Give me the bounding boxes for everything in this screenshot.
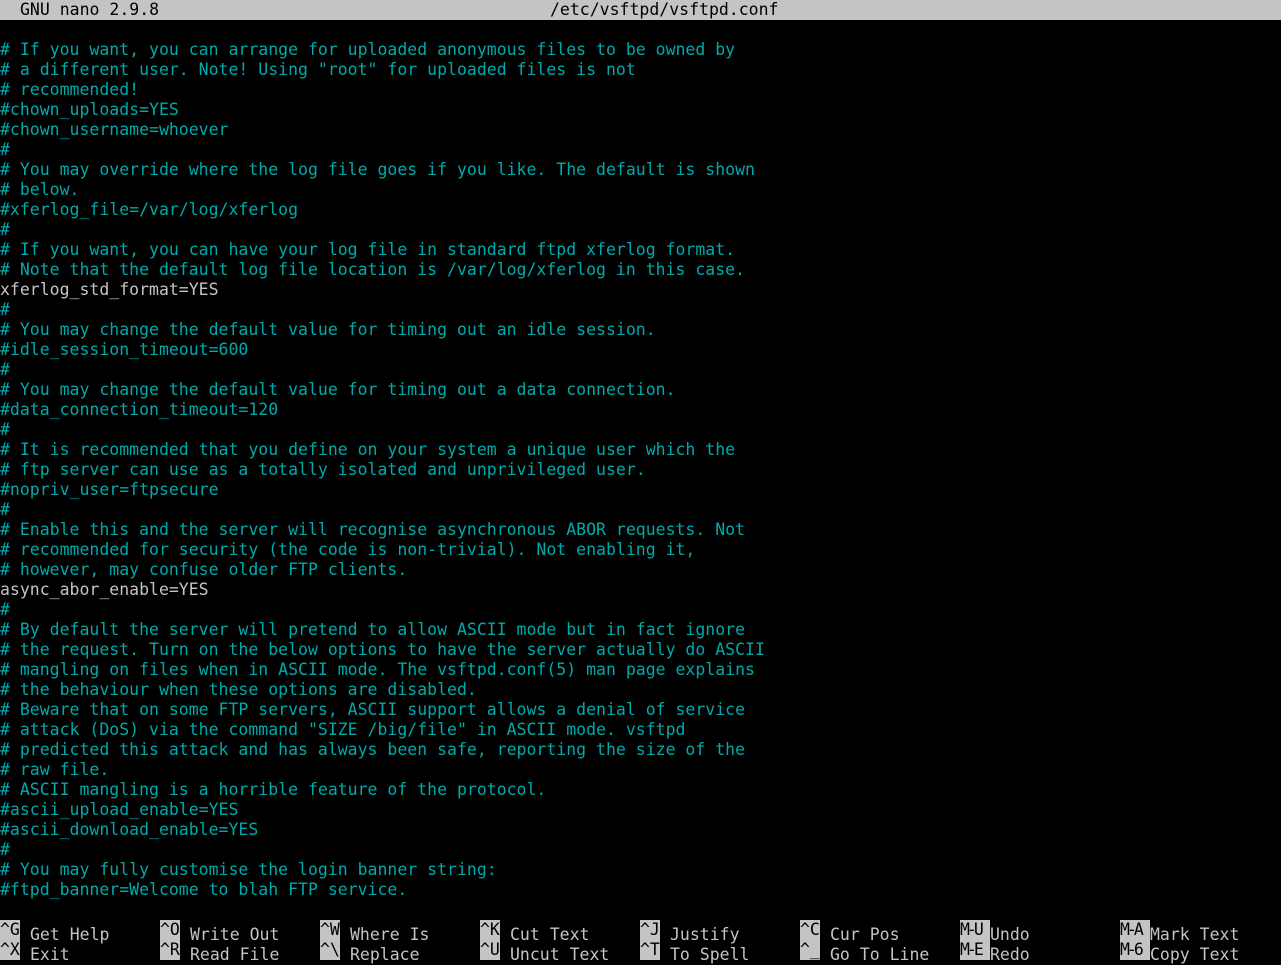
editor-line[interactable]: # If you want, you can have your log fil… <box>0 240 1281 260</box>
shortcut-key: M-E <box>960 940 990 960</box>
shortcut-key: ^K <box>480 920 500 940</box>
editor-line[interactable]: # the request. Turn on the below options… <box>0 640 1281 660</box>
shortcut-copy-text[interactable]: M-6 Copy Text <box>1120 940 1239 964</box>
shortcut-cur-pos[interactable]: ^C Cur Pos <box>800 920 900 944</box>
shortcut-label: Replace <box>350 945 420 964</box>
editor-line[interactable]: #ftpd_banner=Welcome to blah FTP service… <box>0 880 1281 900</box>
editor-line[interactable]: #nopriv_user=ftpsecure <box>0 480 1281 500</box>
editor-line[interactable]: #data_connection_timeout=120 <box>0 400 1281 420</box>
editor-line[interactable]: # mangling on files when in ASCII mode. … <box>0 660 1281 680</box>
editor-line[interactable]: xferlog_std_format=YES <box>0 280 1281 300</box>
editor-line[interactable]: # If you want, you can arrange for uploa… <box>0 40 1281 60</box>
title-bar: GNU nano 2.9.8 /etc/vsftpd/vsftpd.conf <box>0 0 1281 20</box>
editor-line[interactable]: # You may change the default value for t… <box>0 320 1281 340</box>
shortcut-key: ^T <box>640 940 660 960</box>
shortcut-uncut-text[interactable]: ^U Uncut Text <box>480 940 609 964</box>
editor-line[interactable]: # You may fully customise the login bann… <box>0 860 1281 880</box>
shortcut-label: To Spell <box>670 945 750 964</box>
shortcut-replace[interactable]: ^\ Replace <box>320 940 420 964</box>
editor-line[interactable]: # below. <box>0 180 1281 200</box>
shortcut-to-spell[interactable]: ^T To Spell <box>640 940 749 964</box>
editor-line[interactable]: # recommended for security (the code is … <box>0 540 1281 560</box>
file-name: /etc/vsftpd/vsftpd.conf <box>550 0 779 19</box>
editor-line[interactable]: # attack (DoS) via the command "SIZE /bi… <box>0 720 1281 740</box>
editor-line[interactable]: # Note that the default log file locatio… <box>0 260 1281 280</box>
editor-line[interactable]: # however, may confuse older FTP clients… <box>0 560 1281 580</box>
shortcut-key: M-6 <box>1120 940 1150 960</box>
editor-line[interactable]: # You may override where the log file go… <box>0 160 1281 180</box>
editor-line[interactable]: # <box>0 420 1281 440</box>
editor-line[interactable]: # <box>0 220 1281 240</box>
shortcut-undo[interactable]: M-U Undo <box>960 920 1030 944</box>
editor-line[interactable]: # <box>0 500 1281 520</box>
shortcut-key: M-A <box>1120 920 1150 940</box>
shortcut-label: Uncut Text <box>510 945 610 964</box>
editor-line[interactable]: # It is recommended that you define on y… <box>0 440 1281 460</box>
shortcut-key: ^O <box>160 920 180 940</box>
shortcut-redo[interactable]: M-E Redo <box>960 940 1030 964</box>
shortcut-write-out[interactable]: ^O Write Out <box>160 920 279 944</box>
shortcut-get-help[interactable]: ^G Get Help <box>0 920 109 944</box>
editor-line[interactable]: # Beware that on some FTP servers, ASCII… <box>0 700 1281 720</box>
editor-line[interactable]: # <box>0 300 1281 320</box>
shortcut-key: ^_ <box>800 940 820 960</box>
editor-line[interactable]: # predicted this attack and has always b… <box>0 740 1281 760</box>
shortcut-key: M-U <box>960 920 990 940</box>
shortcut-label: Read File <box>190 945 280 964</box>
editor-line[interactable]: #ascii_download_enable=YES <box>0 820 1281 840</box>
editor-line[interactable]: # recommended! <box>0 80 1281 100</box>
editor-line[interactable]: # <box>0 360 1281 380</box>
shortcut-key: ^J <box>640 920 660 940</box>
shortcut-justify[interactable]: ^J Justify <box>640 920 740 944</box>
shortcut-go-to-line[interactable]: ^_ Go To Line <box>800 940 929 964</box>
shortcut-label: Redo <box>990 945 1030 964</box>
editor-version: GNU nano 2.9.8 <box>20 0 160 19</box>
editor-line[interactable]: #ascii_upload_enable=YES <box>0 800 1281 820</box>
editor-line[interactable]: # the behaviour when these options are d… <box>0 680 1281 700</box>
editor-line[interactable]: # <box>0 840 1281 860</box>
editor-line[interactable]: # <box>0 140 1281 160</box>
shortcut-key: ^C <box>800 920 820 940</box>
editor-line[interactable]: # ftp server can use as a totally isolat… <box>0 460 1281 480</box>
editor-line[interactable]: # You may change the default value for t… <box>0 380 1281 400</box>
editor-line[interactable]: # Enable this and the server will recogn… <box>0 520 1281 540</box>
shortcut-label: Copy Text <box>1150 945 1240 964</box>
shortcut-read-file[interactable]: ^R Read File <box>160 940 279 964</box>
shortcut-where-is[interactable]: ^W Where Is <box>320 920 429 944</box>
editor-line[interactable]: # raw file. <box>0 760 1281 780</box>
editor-line[interactable]: #xferlog_file=/var/log/xferlog <box>0 200 1281 220</box>
shortcut-key: ^X <box>0 940 20 960</box>
editor-text-area[interactable]: # If you want, you can arrange for uploa… <box>0 40 1281 900</box>
shortcut-label: Go To Line <box>830 945 930 964</box>
shortcut-label: Exit <box>30 945 70 964</box>
editor-line[interactable]: # a different user. Note! Using "root" f… <box>0 60 1281 80</box>
shortcut-key: ^\ <box>320 940 340 960</box>
editor-line[interactable]: # <box>0 600 1281 620</box>
shortcut-key: ^R <box>160 940 180 960</box>
editor-line[interactable]: #chown_uploads=YES <box>0 100 1281 120</box>
shortcut-bar: ^G Get Help ^X Exit ^O Write Out ^R Read File ^W… <box>0 920 1281 964</box>
editor-line[interactable]: # ASCII mangling is a horrible feature o… <box>0 780 1281 800</box>
editor-line[interactable]: #idle_session_timeout=600 <box>0 340 1281 360</box>
shortcut-mark-text[interactable]: M-A Mark Text <box>1120 920 1239 944</box>
editor-line[interactable]: # By default the server will pretend to … <box>0 620 1281 640</box>
shortcut-key: ^W <box>320 920 340 940</box>
shortcut-key: ^G <box>0 920 20 940</box>
shortcut-key: ^U <box>480 940 500 960</box>
editor-line[interactable]: async_abor_enable=YES <box>0 580 1281 600</box>
shortcut-exit[interactable]: ^X Exit <box>0 940 70 964</box>
editor-line[interactable]: #chown_username=whoever <box>0 120 1281 140</box>
shortcut-cut-text[interactable]: ^K Cut Text <box>480 920 589 944</box>
